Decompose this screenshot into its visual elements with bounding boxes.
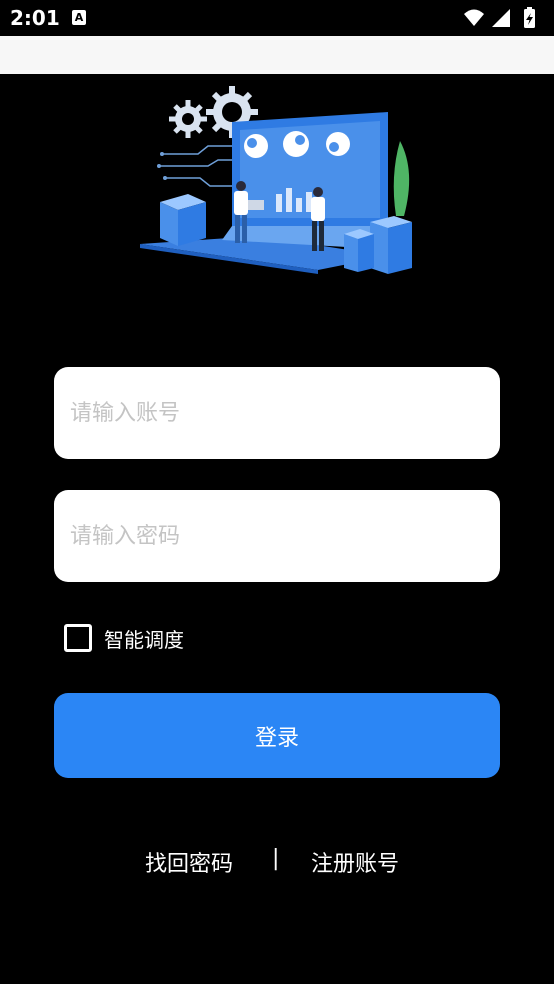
cube-left	[160, 194, 206, 246]
status-icons	[464, 7, 535, 28]
link-divider: |	[272, 846, 280, 871]
register-link[interactable]: 注册账号	[311, 846, 399, 878]
smart-dispatch-option[interactable]: 智能调度	[64, 623, 184, 653]
password-input[interactable]	[70, 523, 484, 549]
smart-dispatch-label: 智能调度	[104, 627, 184, 652]
wifi-icon	[464, 9, 484, 26]
gear-icon	[169, 100, 207, 138]
battery-icon	[524, 7, 535, 28]
status-time: 2:01	[10, 6, 60, 30]
status-bar: 2:01 A	[0, 0, 554, 36]
app-bar	[0, 36, 554, 74]
account-field[interactable]	[54, 367, 500, 459]
notification-icon: A	[72, 10, 86, 25]
password-field[interactable]	[54, 490, 500, 582]
footer-links: 找回密码 | 注册账号	[0, 842, 554, 882]
login-button[interactable]: 登录	[54, 693, 500, 778]
signal-icon	[492, 9, 510, 27]
forgot-password-link[interactable]: 找回密码	[145, 846, 233, 878]
leaf-icon	[393, 141, 410, 216]
hero-illustration	[140, 86, 412, 274]
account-input[interactable]	[70, 400, 484, 426]
smart-dispatch-checkbox[interactable]	[64, 624, 92, 652]
